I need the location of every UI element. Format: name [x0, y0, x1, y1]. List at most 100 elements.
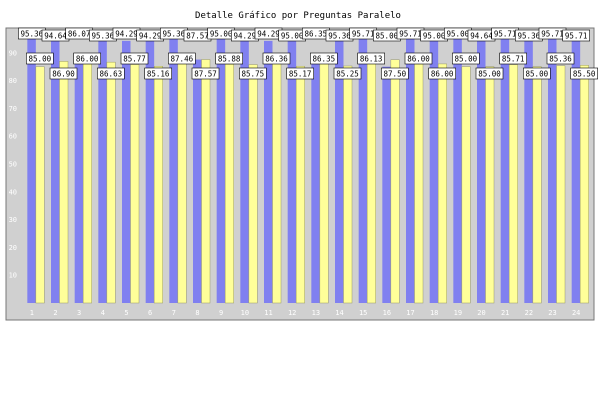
bar-series-1: [240, 40, 249, 303]
data-label: 86.00: [428, 67, 456, 80]
data-label-text: 86.00: [76, 54, 99, 63]
bar-series-2: [201, 59, 211, 304]
bar-series-2: [343, 65, 353, 304]
data-label: 86.00: [73, 52, 101, 65]
data-label: 85.36: [546, 52, 575, 65]
data-label: 85.00: [475, 67, 504, 80]
y-axis-ticks: 10 20 30 40 50 60 70 80 90: [9, 49, 17, 279]
data-label-text: 95.71: [494, 29, 517, 38]
data-label: 95.36: [325, 29, 354, 42]
data-label-text: 86.35: [313, 54, 336, 63]
data-label: 85.50: [570, 67, 598, 80]
data-label: 95.36: [515, 29, 543, 42]
x-category-label: 20: [477, 309, 485, 317]
data-label-text: 85.77: [123, 54, 146, 63]
data-label-text: 85.71: [502, 54, 525, 63]
y-tick-label: 90: [9, 49, 17, 57]
x-category-label: 7: [172, 309, 176, 317]
data-label: 86.13: [357, 52, 385, 65]
bar-series-2: [437, 63, 447, 304]
data-label: 95.36: [89, 29, 117, 42]
data-label: 95.36: [160, 27, 188, 40]
data-label: 94.29: [254, 27, 283, 40]
bar-series-2: [485, 66, 495, 304]
data-label-text: 94.29: [257, 29, 280, 38]
x-category-label: 2: [53, 309, 57, 317]
bar-series-2: [248, 64, 258, 304]
data-label-text: 95.71: [399, 29, 422, 38]
x-category-label: 19: [454, 309, 462, 317]
data-label-text: 94.29: [139, 31, 162, 40]
x-category-label: 24: [572, 309, 580, 317]
data-label-text: 85.36: [549, 54, 572, 63]
data-label: 85.00: [26, 52, 54, 65]
bar-series-2: [177, 59, 187, 304]
x-category-label: 15: [359, 309, 367, 317]
data-label-text: 85.50: [573, 69, 596, 78]
bar-series-1: [51, 39, 60, 304]
bar-series-2: [532, 66, 542, 304]
x-category-label: 5: [124, 309, 128, 317]
data-label-text: 86.63: [100, 69, 123, 78]
bar-series-1: [27, 37, 36, 303]
bar-series-2: [82, 63, 92, 304]
data-label: 94.29: [112, 27, 141, 40]
bar-series-2: [556, 65, 566, 304]
bar-series-1: [122, 40, 131, 303]
data-label-text: 95.36: [92, 31, 115, 40]
chart: Detalle Gráfico por Preguntas Paralelo 1…: [5, 11, 598, 321]
x-category-label: 23: [548, 309, 556, 317]
data-label-text: 95.71: [541, 29, 564, 38]
data-label-text: 86.90: [52, 69, 75, 78]
bar-series-2: [106, 61, 116, 304]
data-label: 94.29: [136, 29, 164, 42]
bar-series-2: [390, 59, 400, 304]
data-label: 95.00: [444, 27, 472, 40]
data-label-text: 94.29: [115, 29, 138, 38]
bar-series-2: [153, 66, 163, 304]
data-label: 86.63: [97, 67, 125, 80]
x-category-label: 1: [30, 309, 34, 317]
x-category-label: 11: [264, 309, 272, 317]
data-label: 85.00: [452, 52, 480, 65]
bar-series-1: [74, 63, 84, 303]
data-label: 86.35: [310, 52, 338, 65]
data-label: 95.71: [396, 27, 425, 40]
data-label-text: 87.46: [171, 54, 194, 63]
data-label: 94.64: [467, 29, 496, 42]
data-label-text: 95.71: [352, 29, 375, 38]
data-label-text: 95.71: [565, 31, 588, 40]
bar-series-2: [319, 62, 329, 304]
bar-series-2: [224, 64, 234, 304]
data-label: 85.17: [286, 67, 314, 80]
data-label: 86.36: [262, 52, 291, 65]
data-label-text: 86.00: [431, 69, 454, 78]
bar-series-1: [145, 40, 155, 303]
data-label: 86.00: [404, 52, 433, 65]
data-label: 95.00: [278, 29, 306, 42]
x-category-label: 16: [383, 309, 391, 317]
data-label: 95.00: [420, 29, 448, 42]
data-label-text: 95.00: [210, 29, 233, 38]
bar-series-2: [579, 65, 589, 304]
data-label-text: 87.57: [186, 31, 209, 40]
data-label-text: 85.88: [218, 54, 241, 63]
data-label: 86.35: [302, 27, 330, 40]
bar-series-1: [382, 66, 391, 303]
data-label: 87.50: [381, 67, 409, 80]
y-tick-label: 80: [9, 77, 17, 85]
bar-series-1: [264, 40, 273, 303]
bar-series-2: [130, 64, 140, 304]
data-label: 95.71: [349, 27, 377, 40]
bar-series-1: [477, 39, 486, 304]
data-label-text: 95.00: [447, 29, 470, 38]
x-category-label: 10: [241, 309, 249, 317]
bar-series-2: [272, 62, 282, 304]
x-category-label: 4: [101, 309, 105, 317]
x-category-label: 13: [312, 309, 320, 317]
data-label-text: 87.50: [384, 69, 407, 78]
data-label-text: 86.07: [68, 29, 91, 38]
x-category-label: 18: [430, 309, 438, 317]
x-category-label: 12: [288, 309, 296, 317]
bar-series-2: [59, 61, 69, 304]
